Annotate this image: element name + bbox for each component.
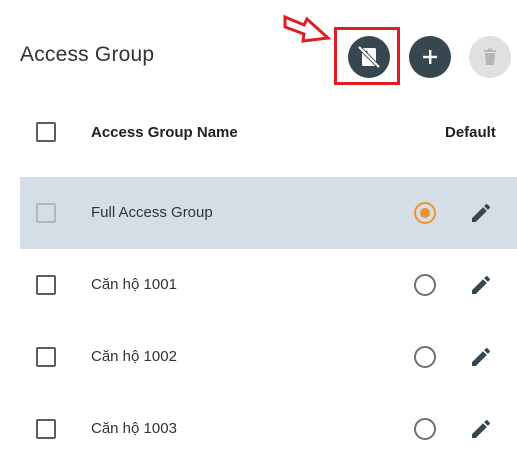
pencil-icon[interactable] [469,417,493,441]
row-name: Căn hộ 1002 [91,348,177,365]
row-checkbox[interactable] [36,419,56,439]
trash-icon [484,48,496,65]
no-card-button[interactable] [348,36,390,78]
page-title: Access Group [20,43,155,66]
default-radio[interactable] [414,418,436,440]
annotation-arrow-icon [283,14,332,43]
pencil-icon[interactable] [469,345,493,369]
row-checkbox[interactable] [36,347,56,367]
credit-card-off-icon [357,45,381,69]
default-radio[interactable] [414,274,436,296]
delete-button[interactable] [469,36,511,78]
select-all-checkbox[interactable] [36,122,56,142]
column-header-default: Default [445,124,496,141]
row-name: Căn hộ 1003 [91,420,177,437]
table-row[interactable]: Căn hộ 1002 [20,321,517,393]
table-header: Access Group Name Default [0,108,517,156]
row-checkbox[interactable] [36,203,56,223]
column-header-name: Access Group Name [91,124,238,141]
row-name: Full Access Group [91,204,213,221]
pencil-icon[interactable] [469,201,493,225]
table-row[interactable]: Full Access Group [20,177,517,249]
pencil-icon[interactable] [469,273,493,297]
row-name: Căn hộ 1001 [91,276,177,293]
default-radio[interactable] [414,346,436,368]
plus-icon [423,50,437,64]
table-row[interactable]: Căn hộ 1003 [20,393,517,465]
row-checkbox[interactable] [36,275,56,295]
add-access-group-button[interactable] [409,36,451,78]
table-row[interactable]: Căn hộ 1001 [20,249,517,321]
default-radio[interactable] [414,202,436,224]
